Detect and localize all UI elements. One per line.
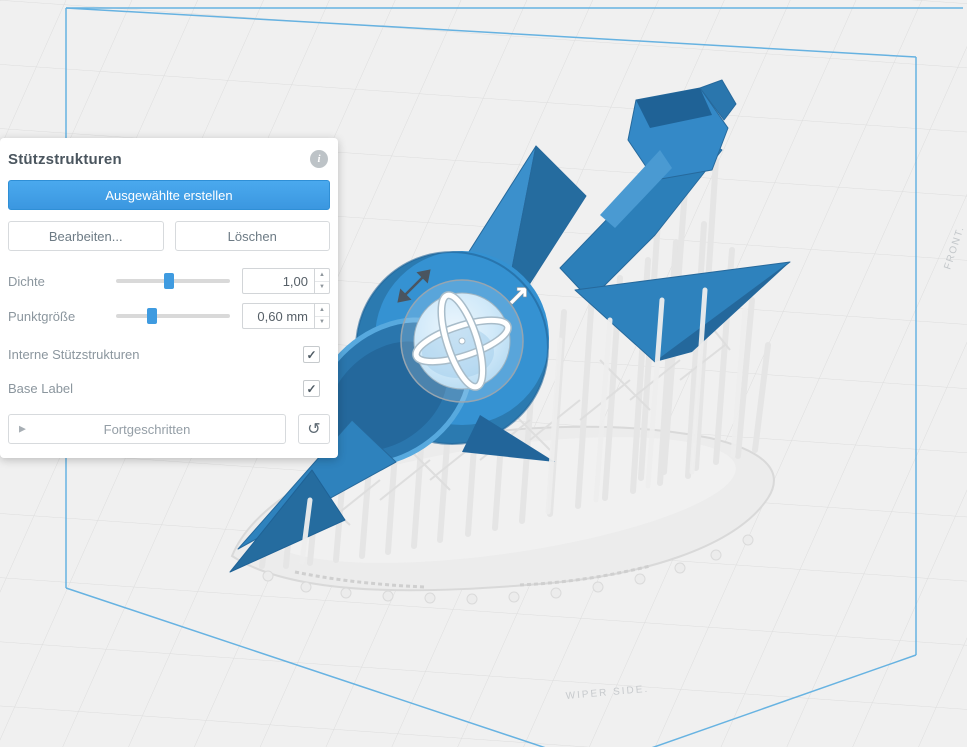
base-label-label: Base Label [8,381,74,396]
density-value: 1,00 [282,273,308,289]
rotation-gizmo-sphere[interactable] [400,279,524,403]
density-input[interactable]: 1,00 ▲ ▼ [242,268,330,294]
drag-arrow-icon[interactable]: ↗ [505,279,530,313]
expand-arrow-icon: ▶ [19,423,26,434]
supports-panel: Stützstrukturen i Ausgewählte erstellen … [0,138,338,458]
point-size-row: Punktgröße 0,60 mm ▲ ▼ [8,303,330,329]
generate-selected-button[interactable]: Ausgewählte erstellen [8,180,330,210]
point-size-value: 0,60 mm [257,308,308,324]
point-size-slider[interactable] [116,308,230,324]
point-size-slider-track [116,314,230,318]
advanced-button-label: Fortgeschritten [103,421,191,437]
internal-supports-row: Interne Stützstrukturen ✓ [8,346,330,363]
spinner-down-icon[interactable]: ▼ [315,317,329,329]
internal-supports-label: Interne Stützstrukturen [8,347,140,362]
density-spinner[interactable]: ▲ ▼ [314,269,329,293]
internal-supports-checkbox[interactable]: ✓ [303,346,320,363]
point-size-label: Punktgröße [8,308,76,324]
spinner-up-icon[interactable]: ▲ [315,304,329,317]
delete-button[interactable]: Löschen [174,221,330,251]
info-icon[interactable]: i [310,150,328,168]
spinner-down-icon[interactable]: ▼ [315,282,329,294]
panel-title: Stützstrukturen [8,150,122,168]
advanced-row: ▶ Fortgeschritten ↺ [8,414,330,444]
edit-button[interactable]: Bearbeiten... [8,221,164,251]
point-size-spinner[interactable]: ▲ ▼ [314,304,329,328]
base-label-row: Base Label ✓ [8,380,330,397]
density-slider[interactable] [116,273,230,289]
advanced-button[interactable]: ▶ Fortgeschritten [8,414,286,444]
reset-button[interactable]: ↺ [298,414,330,444]
base-label-checkbox[interactable]: ✓ [303,380,320,397]
point-size-input[interactable]: 0,60 mm ▲ ▼ [242,303,330,329]
spinner-up-icon[interactable]: ▲ [315,269,329,282]
panel-header: Stützstrukturen i [8,150,328,168]
density-row: Dichte 1,00 ▲ ▼ [8,268,330,294]
edit-delete-row: Bearbeiten... Löschen [8,221,330,251]
point-size-slider-handle[interactable] [146,308,157,324]
density-slider-handle[interactable] [163,273,174,289]
density-label: Dichte [8,273,45,289]
